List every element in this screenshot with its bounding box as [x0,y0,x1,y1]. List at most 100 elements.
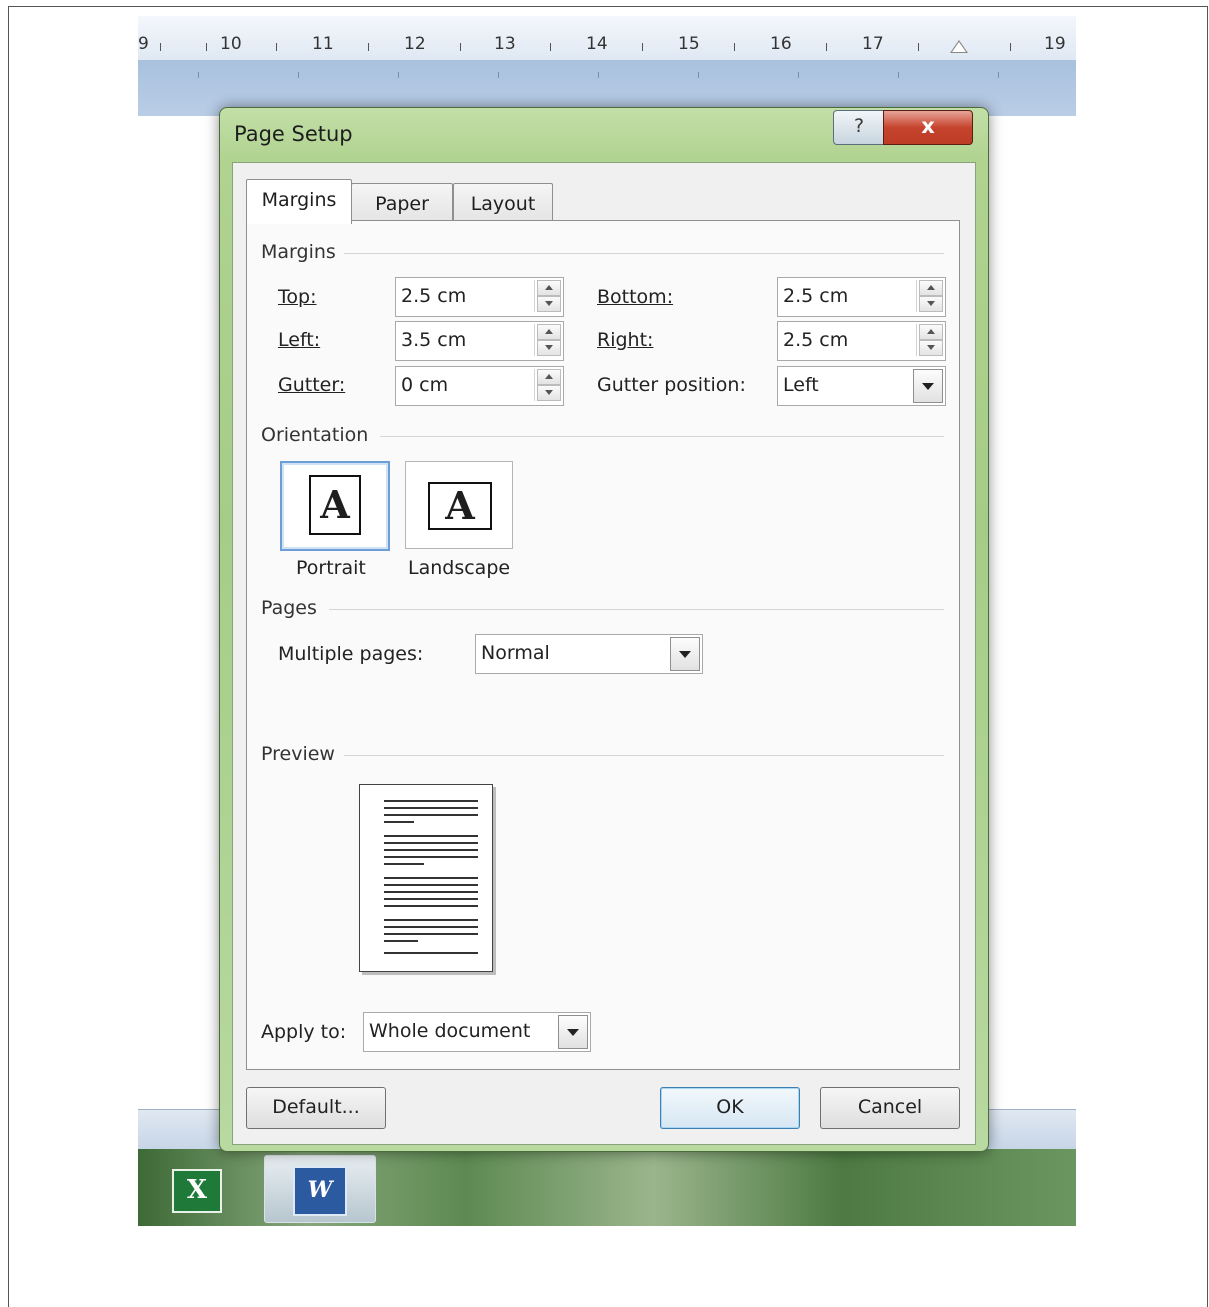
close-button[interactable]: x [883,110,973,145]
right-margin-spinner[interactable]: 2.5 cm [777,321,946,361]
preview-line [384,905,478,907]
ruler-number: 10 [220,34,242,54]
cancel-button[interactable]: Cancel [820,1087,960,1129]
landscape-page-icon: A [428,482,492,530]
ok-button[interactable]: OK [660,1087,800,1129]
left-margin-spinner[interactable]: 3.5 cm [395,321,564,361]
multiple-pages-select[interactable]: Normal [475,634,703,674]
portrait-option[interactable]: A [280,461,390,551]
gutter-position-select[interactable]: Left [777,366,946,406]
spinner-arrows [916,324,943,356]
multiple-pages-value: Normal [481,642,550,664]
preview-line [384,800,478,802]
gutter-position-label: Gutter position: [597,374,746,396]
preview-line [384,849,478,851]
spin-down-button[interactable] [537,385,561,401]
ruler-tick [918,43,919,51]
ruler-number: 15 [678,34,700,54]
ruler-mark [498,72,499,78]
ruler-mark [798,72,799,78]
landscape-icon-letter: A [445,483,475,528]
spin-down-button[interactable] [537,296,561,312]
tab-paper[interactable]: Paper [351,183,453,222]
spin-up-button[interactable] [537,369,561,385]
preview-line [384,821,414,823]
ruler-mark [898,72,899,78]
spin-up-button[interactable] [919,324,943,340]
ruler-mark [198,72,199,78]
spin-up-button[interactable] [919,280,943,296]
spin-up-button[interactable] [537,324,561,340]
ruler-number: 13 [494,34,516,54]
help-button[interactable]: ? [833,110,885,145]
preview-line [384,926,478,928]
preview-line [384,814,478,816]
top-margin-spinner[interactable]: 2.5 cm [395,277,564,317]
right-margin-value: 2.5 cm [783,329,849,351]
preview-line [384,933,478,935]
taskbar-word-button[interactable]: W [264,1155,376,1223]
ruler-tick [460,43,461,51]
spinner-arrows [534,369,561,401]
dialog-client-area: Margins Paper Layout Margins Top: 2.5 cm… [232,162,976,1145]
preview-line [384,856,478,858]
preview-line [384,884,478,886]
ruler-tick [368,43,369,51]
chevron-down-icon[interactable] [558,1015,588,1049]
portrait-page-icon: A [309,475,361,535]
taskbar-excel-button[interactable]: X [138,1155,248,1221]
tab-layout[interactable]: Layout [453,183,553,222]
margins-group-label: Margins [261,241,336,263]
spin-up-button[interactable] [537,280,561,296]
right-indent-marker[interactable] [950,40,968,53]
landscape-option[interactable]: A [405,461,513,549]
page-setup-dialog: Page Setup ? x Margins Paper Layout Marg… [219,107,989,1152]
right-label: Right: [597,329,654,351]
horizontal-ruler[interactable]: 9 10 11 12 13 14 15 16 17 19 [138,16,1076,61]
landscape-label: Landscape [408,557,511,579]
preview-line [384,898,478,900]
group-divider [344,253,944,254]
preview-line [384,842,478,844]
preview-line [384,835,478,837]
ruler-number: 11 [312,34,334,54]
ruler-tick [826,43,827,51]
preview-group-label: Preview [261,743,335,765]
apply-to-value: Whole document [369,1020,531,1042]
spin-down-button[interactable] [537,340,561,356]
gutter-label: Gutter: [278,374,346,396]
dialog-title: Page Setup [234,122,353,146]
default-button[interactable]: Default... [246,1087,386,1129]
chevron-down-icon[interactable] [670,637,700,671]
preview-line [384,952,478,954]
ruler-tick [206,43,207,51]
preview-line [384,891,478,893]
ruler-number: 16 [770,34,792,54]
taskbar: X W [138,1149,1076,1226]
ruler-number: 12 [404,34,426,54]
gutter-spinner[interactable]: 0 cm [395,366,564,406]
ruler-tick [1010,43,1011,51]
chevron-down-icon[interactable] [913,369,943,403]
apply-to-select[interactable]: Whole document [363,1012,591,1052]
ruler-tick [642,43,643,51]
portrait-label: Portrait [296,557,366,579]
ruler-tick [160,43,161,51]
preview-line [384,863,424,865]
ruler-tick [276,43,277,51]
pages-group-label: Pages [261,597,317,619]
bottom-margin-spinner[interactable]: 2.5 cm [777,277,946,317]
group-divider [380,436,944,437]
spin-down-button[interactable] [919,296,943,312]
preview-line [384,877,478,879]
gutter-value: 0 cm [401,374,449,396]
preview-line [384,807,478,809]
spin-down-button[interactable] [919,340,943,356]
ruler-number: 17 [862,34,884,54]
margins-tab-panel: Margins Top: 2.5 cm Bottom: 2.5 cm Left:… [246,220,960,1070]
bottom-label: Bottom: [597,286,674,308]
ruler-mark [298,72,299,78]
tab-margins[interactable]: Margins [246,179,352,224]
preview-line [384,919,478,921]
ruler-tick [734,43,735,51]
